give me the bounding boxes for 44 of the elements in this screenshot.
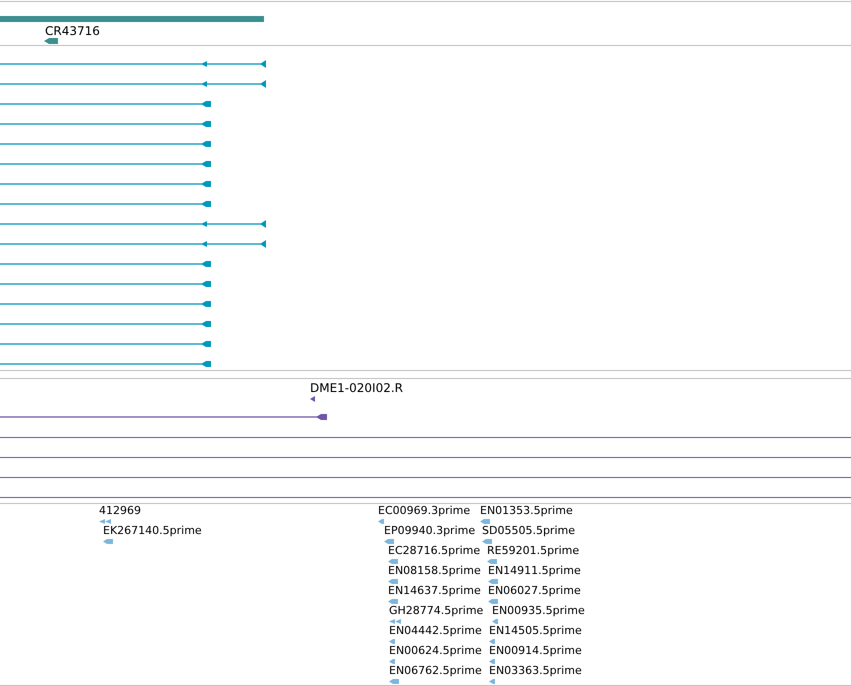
est-label: EN01353.5prime	[480, 505, 573, 516]
est-label: 412969	[99, 505, 141, 516]
est-label: EN03363.5prime	[489, 665, 582, 676]
arrow-icon	[488, 579, 498, 584]
arrow-icon	[389, 639, 395, 644]
arrow-icon	[388, 579, 398, 584]
arrow-icon	[103, 539, 113, 544]
arrow-icon	[482, 539, 492, 544]
arrow-icon	[310, 396, 315, 402]
est-label: EN00935.5prime	[492, 605, 585, 616]
est-label: EN06027.5prime	[488, 585, 581, 596]
est-label: EP09940.3prime	[384, 525, 476, 536]
arrow-icon	[378, 519, 384, 524]
double-arrow-icon	[389, 619, 401, 624]
est-label: EN00624.5prime	[389, 645, 482, 656]
est-label: GH28774.5prime	[389, 605, 484, 616]
est-label: RE59201.5prime	[487, 545, 580, 556]
arrow-icon	[388, 599, 398, 604]
double-arrow-icon	[99, 519, 111, 524]
arrow-icon	[44, 38, 58, 44]
est-label: EN00914.5prime	[489, 645, 582, 656]
arrow-icon	[487, 559, 497, 564]
arrow-icon	[489, 679, 495, 684]
est-label: EC00969.3prime	[378, 505, 470, 516]
est-label: EC28716.5prime	[388, 545, 480, 556]
gene-label: CR43716	[45, 24, 100, 38]
est-label: SD05505.5prime	[482, 525, 575, 536]
arrow-icon	[389, 679, 399, 684]
est-label: EN14911.5prime	[488, 565, 581, 576]
est-label: EK267140.5prime	[103, 525, 202, 536]
est-label: EN06762.5prime	[389, 665, 482, 676]
arrow-icon	[389, 659, 395, 664]
arrow-icon	[489, 659, 495, 664]
arrow-icon	[480, 519, 490, 524]
est-label: EN14637.5prime	[388, 585, 481, 596]
arrow-icon	[388, 559, 398, 564]
arrow-icon	[492, 619, 498, 624]
est-label: EN14505.5prime	[489, 625, 582, 636]
arrow-icon	[488, 599, 498, 604]
arrow-icon	[489, 639, 495, 644]
clone-label: DME1-020I02.R	[310, 381, 404, 395]
est-label: EN08158.5prime	[388, 565, 481, 576]
est-label: EN04442.5prime	[389, 625, 482, 636]
arrow-icon	[384, 539, 394, 544]
